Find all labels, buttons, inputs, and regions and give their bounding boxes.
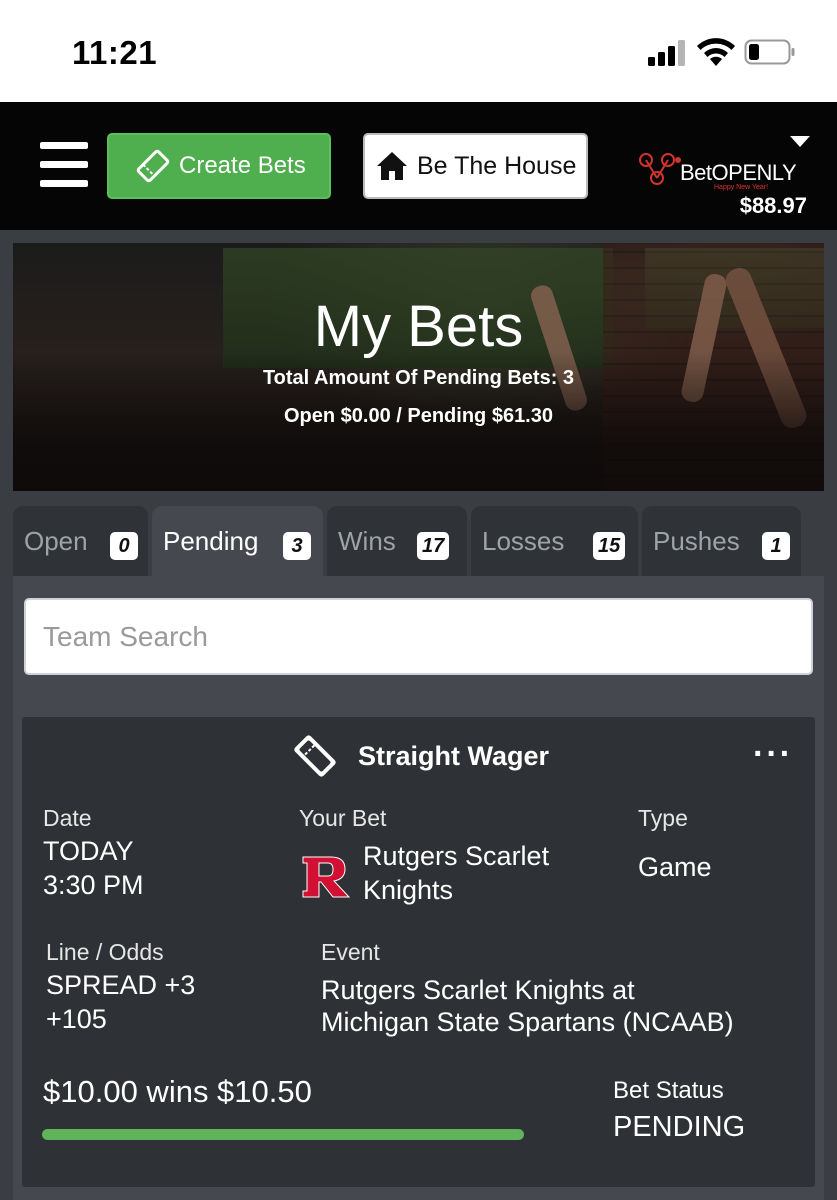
stake-payout: $10.00 wins $10.50 — [43, 1074, 312, 1109]
status-bar: 11:21 — [0, 0, 837, 102]
line-spread: SPREAD +3 — [46, 970, 196, 1000]
logo-openly: OPENLY — [711, 160, 797, 185]
line-odds: +105 — [46, 1004, 107, 1034]
team-name-line2: Knights — [363, 875, 454, 905]
tab-count-badge: 3 — [283, 532, 311, 560]
bet-progress-bar — [42, 1129, 524, 1140]
ticket-icon — [136, 149, 170, 183]
tab-open[interactable]: Open 0 — [13, 506, 148, 576]
tab-losses[interactable]: Losses 15 — [471, 506, 638, 576]
menu-icon[interactable] — [40, 142, 88, 188]
bet-card[interactable]: Straight Wager ··· Date TODAY 3:30 PM Yo… — [22, 717, 815, 1187]
team-search-input[interactable] — [24, 598, 813, 675]
tab-label: Wins — [338, 525, 396, 556]
be-the-house-button[interactable]: Be The House — [363, 133, 588, 199]
type-label: Type — [638, 805, 688, 831]
status-time: 11:21 — [72, 34, 158, 71]
bet-card-header: Straight Wager — [22, 731, 815, 781]
line-odds-label: Line / Odds — [46, 939, 164, 965]
bets-panel: Straight Wager ··· Date TODAY 3:30 PM Yo… — [13, 576, 824, 1200]
date-day: TODAY — [43, 836, 134, 866]
tab-wins[interactable]: Wins 17 — [327, 506, 467, 576]
tab-label: Losses — [482, 525, 565, 556]
create-bets-label: Create Bets — [179, 152, 306, 179]
account-balance: $88.97 — [739, 193, 807, 218]
tab-pushes[interactable]: Pushes 1 — [642, 506, 801, 576]
rutgers-logo-icon — [302, 856, 351, 898]
pending-bets-total: Total Amount Of Pending Bets: 3 — [262, 367, 575, 389]
bet-status-value: PENDING — [613, 1111, 746, 1143]
bet-status-tabs: Open 0 Pending 3 Wins 17 Losses 15 Pushe… — [13, 506, 824, 576]
event-label: Event — [321, 939, 380, 965]
wager-type-title: Straight Wager — [357, 740, 550, 771]
top-nav: Create Bets Be The House BetOPENLY Happy… — [0, 102, 837, 230]
tab-label: Pending — [163, 525, 259, 556]
home-icon — [377, 152, 407, 180]
hero-banner: My Bets Total Amount Of Pending Bets: 3 … — [13, 243, 824, 491]
tab-count-badge: 17 — [417, 532, 450, 560]
logo-tagline: Happy New Year! — [714, 184, 769, 191]
ticket-icon — [294, 735, 336, 777]
tab-count-badge: 1 — [762, 532, 790, 560]
tab-pending[interactable]: Pending 3 — [152, 506, 323, 576]
event-line2: Michigan State Spartans (NCAAB) — [321, 1007, 734, 1037]
account-dropdown-caret-icon[interactable] — [790, 136, 810, 147]
tab-count-badge: 15 — [593, 532, 626, 560]
logo-wordmark: BetOPENLY — [680, 160, 797, 186]
date-time: 3:30 PM — [43, 870, 144, 900]
tab-label: Open — [24, 525, 88, 556]
signal-icon — [648, 40, 688, 66]
date-label: Date — [43, 805, 92, 831]
bet-status-label: Bet Status — [613, 1077, 724, 1104]
logo-bet: Bet — [680, 160, 712, 185]
battery-icon — [744, 39, 795, 65]
create-bets-button[interactable]: Create Bets — [107, 133, 331, 199]
team-name-line1: Rutgers Scarlet — [363, 841, 550, 871]
tab-count-badge: 0 — [110, 532, 138, 560]
page-title: My Bets — [313, 294, 524, 359]
event-line1: Rutgers Scarlet Knights at — [321, 975, 635, 1005]
wifi-icon — [697, 38, 735, 66]
be-the-house-label: Be The House — [417, 151, 577, 180]
tab-label: Pushes — [653, 525, 740, 556]
type-value: Game — [638, 852, 712, 882]
more-options-icon[interactable]: ··· — [753, 735, 793, 774]
your-bet-label: Your Bet — [299, 805, 387, 831]
open-pending-amounts: Open $0.00 / Pending $61.30 — [283, 405, 553, 427]
